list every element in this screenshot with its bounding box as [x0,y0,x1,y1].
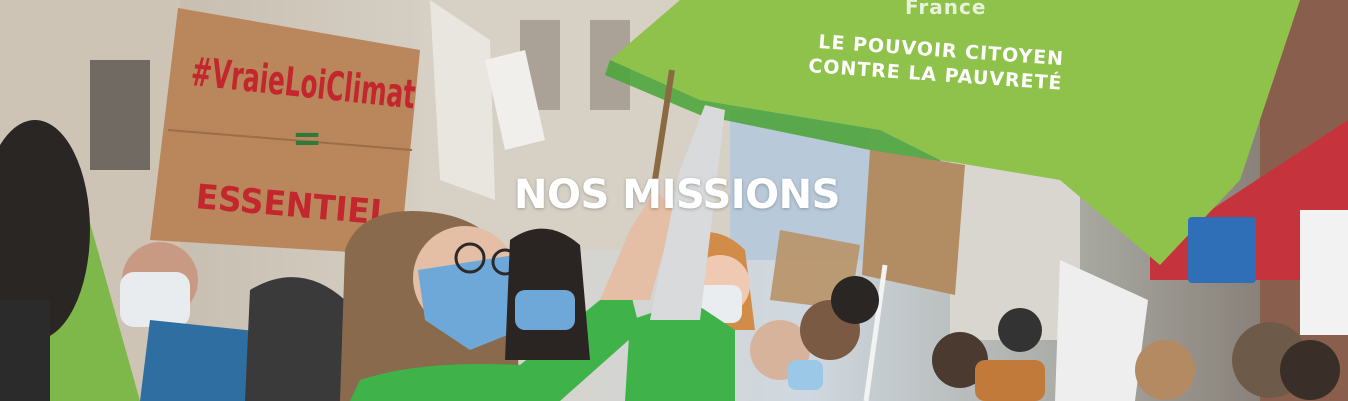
white-banner-right [1055,260,1148,401]
page-title: NOS MISSIONS [514,172,840,218]
road-sign [1188,217,1256,283]
orange-jacket [975,360,1045,401]
sign-equals: = [292,118,322,159]
face-mask [120,272,190,327]
hero-banner: France LE POUVOIR CITOYEN CONTRE LA PAUV… [0,0,1348,401]
white-sign-far-right [1300,210,1348,335]
banner-org-text: France [905,0,986,19]
building-window [90,60,150,170]
